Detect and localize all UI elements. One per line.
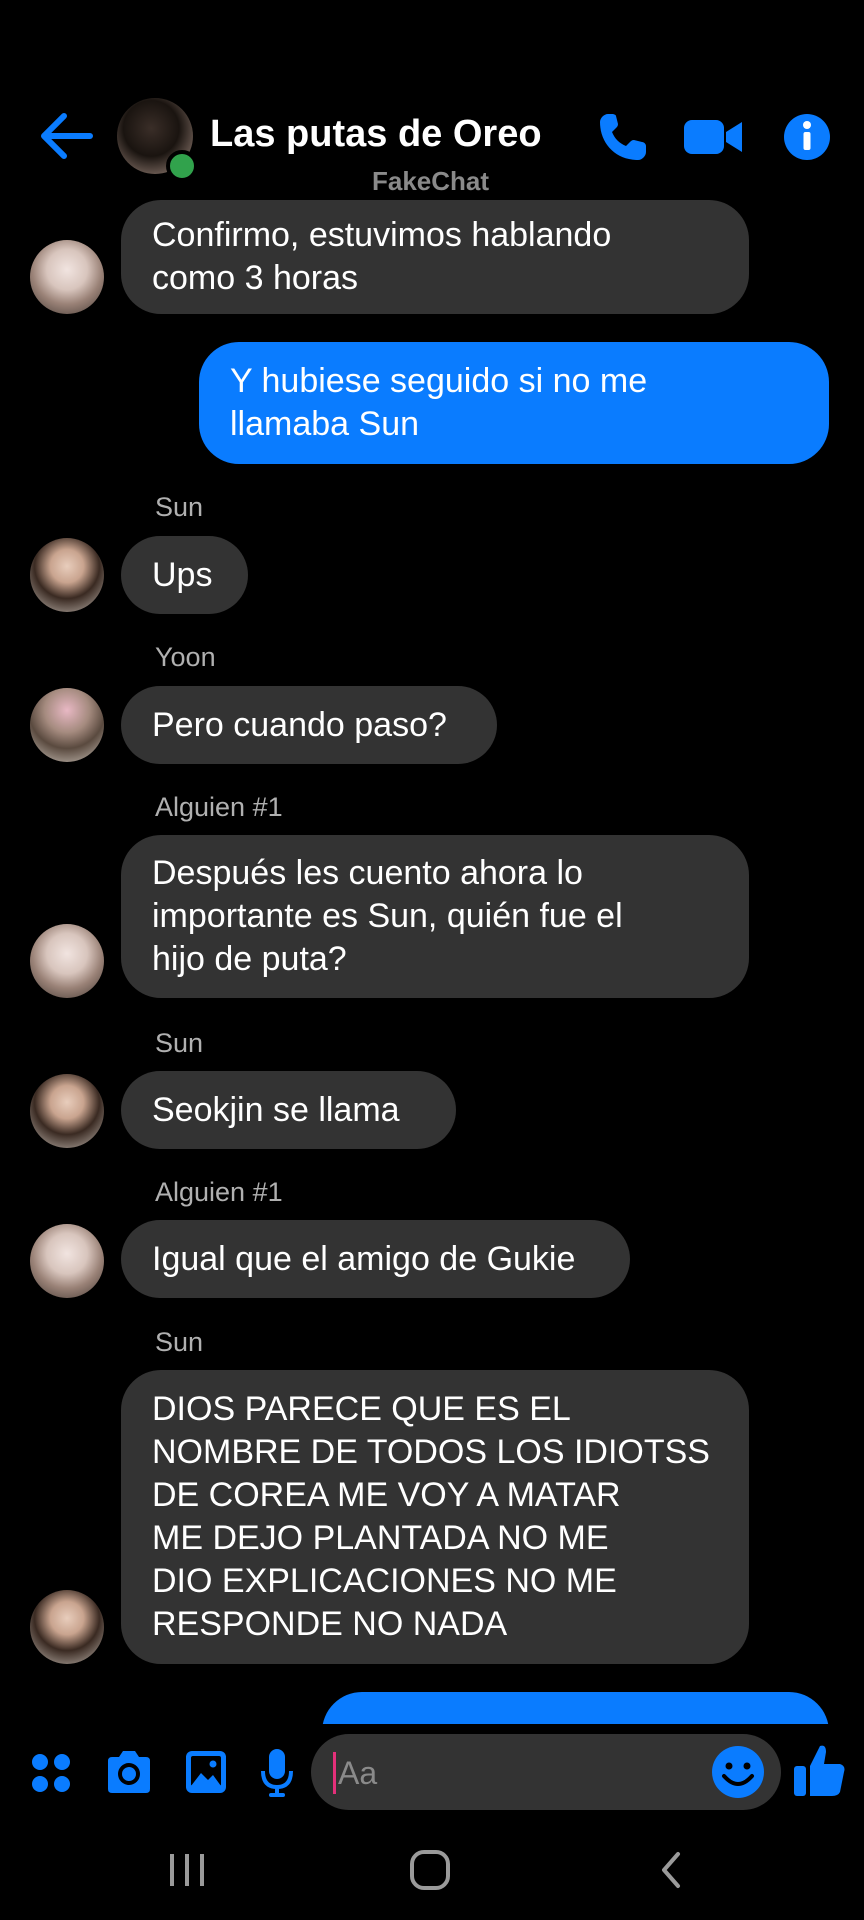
message-bubble[interactable]: Confirmo, estuvimos hablando como 3 hora… [121,200,749,314]
watermark-label: FakeChat [372,166,490,196]
video-camera-icon[interactable] [682,108,744,166]
chat-title[interactable]: Las putas de Oreo [210,113,542,156]
sender-name: Sun [155,1028,204,1058]
avatar-sun[interactable] [30,1590,104,1664]
sender-name: Alguien #1 [155,1177,283,1207]
back-arrow-icon[interactable] [38,112,94,160]
thumbs-up-icon[interactable] [792,1740,846,1800]
sender-name: Sun [155,1327,204,1357]
message-bubble[interactable]: Pero cuando paso? [121,686,497,764]
nav-back-icon[interactable] [656,1848,686,1892]
recent-apps-icon[interactable] [166,1848,208,1892]
message-bubble[interactable]: Seokjin se llama [121,1071,456,1149]
avatar-sun[interactable] [30,1074,104,1148]
sender-name: Sun [155,492,204,522]
avatar-sun[interactable] [30,538,104,612]
avatar-alguien-1[interactable] [30,1224,104,1298]
sender-name: Yoon [155,642,216,672]
message-bubble[interactable]: DIOS PARECE QUE ES EL NOMBRE DE TODOS LO… [121,1370,749,1664]
emoji-icon[interactable] [710,1744,766,1800]
phone-icon[interactable] [594,108,652,166]
message-bubble-sent-partial[interactable] [322,1692,829,1724]
avatar-yoon[interactable] [30,688,104,762]
message-bubble[interactable]: Igual que el amigo de Gukie [121,1220,630,1298]
message-bubble[interactable]: Después les cuento ahora lo importante e… [121,835,749,998]
message-bubble[interactable]: Ups [121,536,248,614]
avatar-alguien-1[interactable] [30,240,104,314]
sender-name: Alguien #1 [155,792,283,822]
menu-grid-icon[interactable] [30,1743,72,1801]
text-cursor [333,1752,336,1794]
home-icon[interactable] [408,1848,452,1892]
message-input-placeholder: Aa [338,1755,378,1791]
online-status-dot [166,150,198,182]
microphone-icon[interactable] [259,1743,295,1801]
avatar-alguien-1[interactable] [30,924,104,998]
image-icon[interactable] [183,1743,229,1801]
info-icon[interactable] [782,108,832,166]
message-bubble-sent[interactable]: Y hubiese seguido si no me llamaba Sun [199,342,829,464]
camera-icon[interactable] [104,1743,154,1801]
